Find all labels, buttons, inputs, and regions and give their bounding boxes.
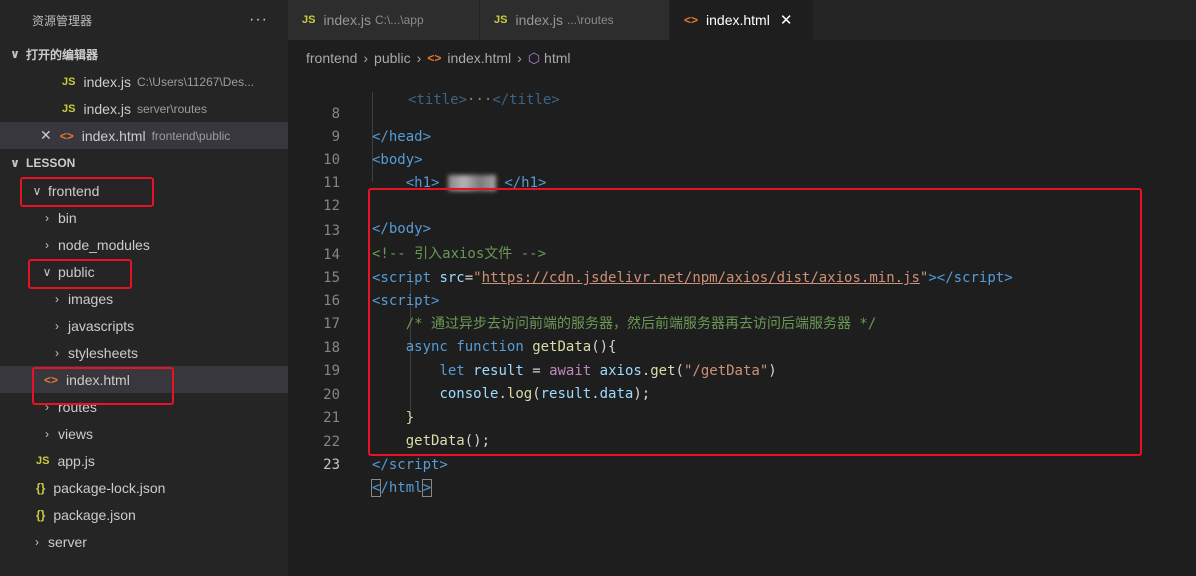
tree-label: stylesheets bbox=[68, 344, 139, 361]
breadcrumb-item[interactable]: frontend bbox=[306, 50, 357, 66]
tree-label: server bbox=[48, 533, 87, 550]
editor-tabs: JS index.js C:\...\app JS index.js ...\r… bbox=[288, 0, 1196, 40]
tree-label: bin bbox=[58, 209, 77, 226]
annotation-box-frontend bbox=[20, 177, 154, 207]
tree-file-package-lock[interactable]: {} package-lock.json bbox=[0, 474, 288, 501]
explorer-title: 资源管理器 bbox=[32, 13, 93, 28]
project-label: LESSON bbox=[26, 156, 76, 170]
chevron-right-icon: › bbox=[55, 345, 59, 360]
project-section[interactable]: ∨ LESSON bbox=[0, 149, 288, 177]
code-line: 8 </head> bbox=[288, 80, 1196, 145]
open-editors-label: 打开的编辑器 bbox=[26, 47, 99, 62]
tree-file-package-json[interactable]: {} package.json bbox=[0, 501, 288, 528]
tab-label: index.html bbox=[706, 12, 770, 28]
code-line: 10 <h1> </h1> bbox=[288, 126, 1196, 191]
tree-file-app-js[interactable]: JS app.js bbox=[0, 447, 288, 474]
annotation-box-public bbox=[28, 259, 132, 289]
chevron-right-icon: › bbox=[45, 426, 49, 441]
html-file-icon: <> bbox=[427, 51, 442, 65]
chevron-right-icon: › bbox=[416, 50, 422, 66]
html-file-icon: <> bbox=[59, 128, 74, 143]
tab-label: index.js bbox=[323, 12, 371, 28]
breadcrumb-item[interactable]: public bbox=[374, 50, 411, 66]
tree-label: package-lock.json bbox=[53, 479, 166, 496]
open-editor-name: index.js bbox=[83, 73, 131, 90]
chevron-right-icon: › bbox=[35, 534, 39, 549]
explorer-header: 资源管理器 ··· bbox=[0, 0, 288, 40]
tab-index-html[interactable]: <> index.html ✕ bbox=[670, 0, 814, 40]
tab-path: ...\routes bbox=[566, 13, 614, 27]
js-file-icon: JS bbox=[36, 454, 50, 467]
more-actions-icon[interactable]: ··· bbox=[249, 11, 268, 29]
code-line: 11 bbox=[288, 149, 1196, 191]
annotation-box-index-html bbox=[32, 367, 174, 405]
open-editor-path: C:\Users\11267\Des... bbox=[136, 74, 255, 89]
open-editor-item-active[interactable]: ✕ <> index.html frontend\public bbox=[0, 122, 288, 149]
open-editors-section[interactable]: ∨ 打开的编辑器 bbox=[0, 40, 288, 68]
open-editor-path: frontend\public bbox=[151, 128, 231, 143]
code-text: </html> bbox=[370, 479, 433, 497]
chevron-right-icon: › bbox=[45, 237, 49, 252]
tree-folder-bin[interactable]: › bin bbox=[0, 204, 288, 231]
explorer-sidebar: 资源管理器 ··· ∨ 打开的编辑器 JS index.js C:\Users\… bbox=[0, 0, 288, 576]
chevron-right-icon: › bbox=[517, 50, 522, 66]
tab-index-js-routes[interactable]: JS index.js ...\routes bbox=[480, 0, 670, 40]
code-line: 9 <body> bbox=[288, 103, 1196, 168]
breadcrumb-item[interactable]: html bbox=[544, 50, 570, 66]
open-editor-item[interactable]: JS index.js C:\Users\11267\Des... bbox=[0, 68, 288, 95]
html-file-icon: <> bbox=[684, 13, 699, 27]
chevron-right-icon: › bbox=[363, 50, 369, 66]
close-icon[interactable]: ✕ bbox=[780, 11, 793, 29]
annotation-box-script-block bbox=[368, 188, 1142, 456]
tab-index-js-app[interactable]: JS index.js C:\...\app bbox=[288, 0, 480, 40]
tree-label: images bbox=[68, 290, 114, 307]
tree-folder-javascripts[interactable]: › javascripts bbox=[0, 312, 288, 339]
js-file-icon: JS bbox=[62, 75, 76, 88]
chevron-down-icon: ∨ bbox=[10, 47, 20, 61]
tree-folder-server[interactable]: › server bbox=[0, 528, 288, 555]
breadcrumb-item[interactable]: index.html bbox=[447, 50, 511, 66]
code-text: </script> bbox=[372, 457, 448, 473]
tree-label: package.json bbox=[53, 506, 136, 523]
symbol-element-icon: ⬡ bbox=[527, 49, 541, 66]
open-editor-path: server\routes bbox=[136, 101, 207, 116]
chevron-right-icon: › bbox=[55, 318, 59, 333]
js-file-icon: JS bbox=[302, 14, 316, 26]
tab-label: index.js bbox=[515, 12, 563, 28]
chevron-right-icon: › bbox=[55, 291, 59, 306]
tree-label: views bbox=[58, 425, 94, 442]
tree-label: node_modules bbox=[58, 236, 150, 253]
tree-folder-stylesheets[interactable]: › stylesheets bbox=[0, 339, 288, 366]
tree-folder-node-modules[interactable]: › node_modules bbox=[0, 231, 288, 258]
line-number: 23 bbox=[323, 457, 340, 473]
tree-folder-images[interactable]: › images bbox=[0, 285, 288, 312]
tab-path: C:\...\app bbox=[374, 13, 424, 27]
open-editor-name: index.js bbox=[83, 100, 131, 117]
chevron-down-icon: ∨ bbox=[10, 156, 20, 170]
json-file-icon: {} bbox=[36, 507, 46, 522]
json-file-icon: {} bbox=[36, 480, 46, 495]
tree-label: app.js bbox=[57, 452, 95, 469]
tree-label: javascripts bbox=[68, 317, 135, 334]
js-file-icon: JS bbox=[494, 14, 508, 26]
tree-folder-views[interactable]: › views bbox=[0, 420, 288, 447]
open-editor-item[interactable]: JS index.js server\routes bbox=[0, 95, 288, 122]
chevron-right-icon: › bbox=[45, 210, 49, 225]
open-editor-name: index.html bbox=[81, 127, 146, 144]
code-editor[interactable]: <title>···</title> 8 </head> 9 <body> 10… bbox=[288, 76, 1196, 576]
js-file-icon: JS bbox=[62, 102, 76, 115]
close-icon[interactable]: ✕ bbox=[40, 127, 52, 144]
